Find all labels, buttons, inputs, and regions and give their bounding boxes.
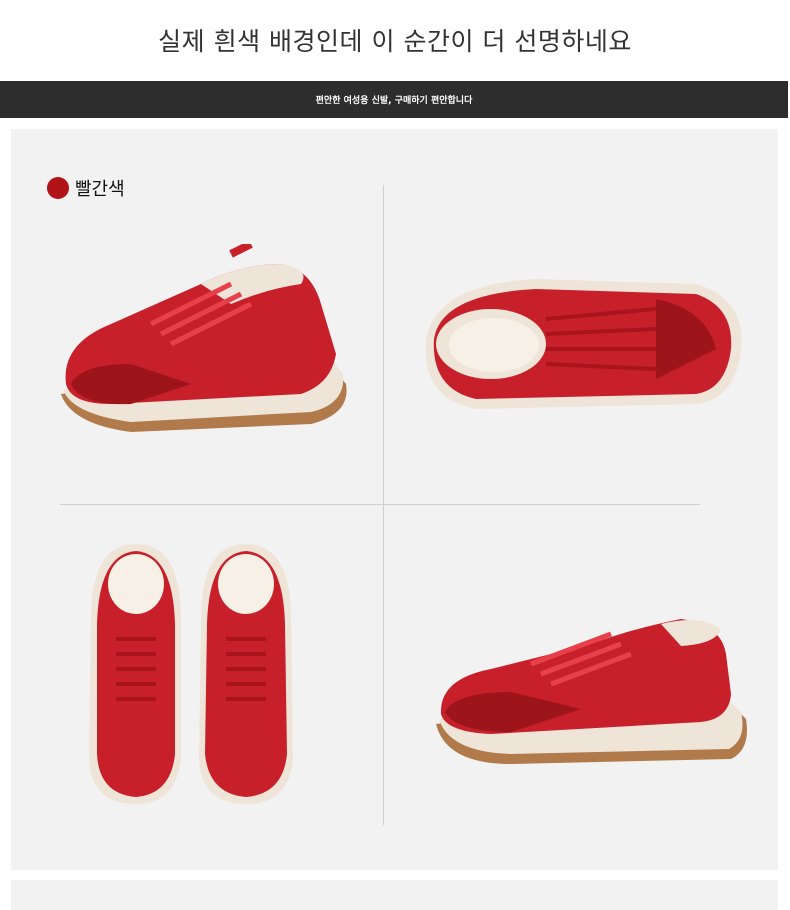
shoe-side-view-2 [436, 619, 747, 764]
divider-vertical [383, 185, 384, 825]
headline: 실제 흰색 배경인데 이 순간이 더 선명하네요 [158, 27, 632, 56]
color-swatch [47, 177, 69, 199]
divider-horizontal [60, 504, 700, 505]
shoe-top-view [425, 279, 742, 409]
next-image-panel [11, 880, 778, 910]
product-image-panel: 빨간색 [11, 129, 778, 870]
promo-banner: 편안한 여성용 신발, 구매하기 편안합니다 [0, 81, 788, 118]
color-option: 빨간색 [47, 175, 125, 201]
shoe-front-view [89, 544, 293, 804]
shoe-side-view [61, 244, 347, 432]
color-option-label: 빨간색 [75, 179, 125, 200]
